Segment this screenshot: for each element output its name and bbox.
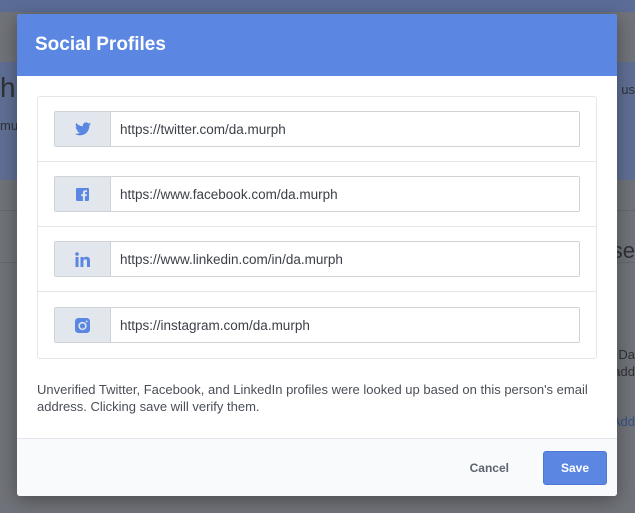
modal-footer: Cancel Save xyxy=(17,438,617,496)
linkedin-field xyxy=(54,241,580,277)
background-divider xyxy=(0,210,17,211)
twitter-url-input[interactable] xyxy=(111,112,579,146)
facebook-url-input[interactable] xyxy=(111,177,579,211)
profile-row-linkedin xyxy=(38,227,596,292)
instagram-icon xyxy=(55,308,111,342)
linkedin-url-input[interactable] xyxy=(111,242,579,276)
instagram-field xyxy=(54,307,580,343)
modal-title: Social Profiles xyxy=(35,34,166,55)
verification-note: Unverified Twitter, Facebook, and Linked… xyxy=(37,382,588,414)
facebook-icon xyxy=(55,177,111,211)
social-profiles-modal: Social Profiles https://twitter.com/da.m… xyxy=(17,14,617,496)
background-text: us xyxy=(621,82,635,97)
facebook-field xyxy=(54,176,580,212)
modal-header: Social Profiles xyxy=(17,14,617,76)
profile-list xyxy=(37,96,597,359)
background-topbar xyxy=(0,0,635,12)
twitter-field xyxy=(54,111,580,147)
background-text: mu xyxy=(0,118,19,133)
cancel-button[interactable]: Cancel xyxy=(464,460,515,476)
profile-row-facebook xyxy=(38,162,596,227)
background-divider xyxy=(617,210,635,211)
profile-row-instagram xyxy=(38,292,596,358)
modal-body: Unverified Twitter, Facebook, and Linked… xyxy=(17,76,617,415)
save-button[interactable]: Save xyxy=(543,450,607,485)
twitter-icon xyxy=(55,112,111,146)
background-divider xyxy=(0,262,17,263)
linkedin-icon xyxy=(55,242,111,276)
profile-row-twitter xyxy=(38,97,596,162)
instagram-url-input[interactable] xyxy=(111,308,579,342)
